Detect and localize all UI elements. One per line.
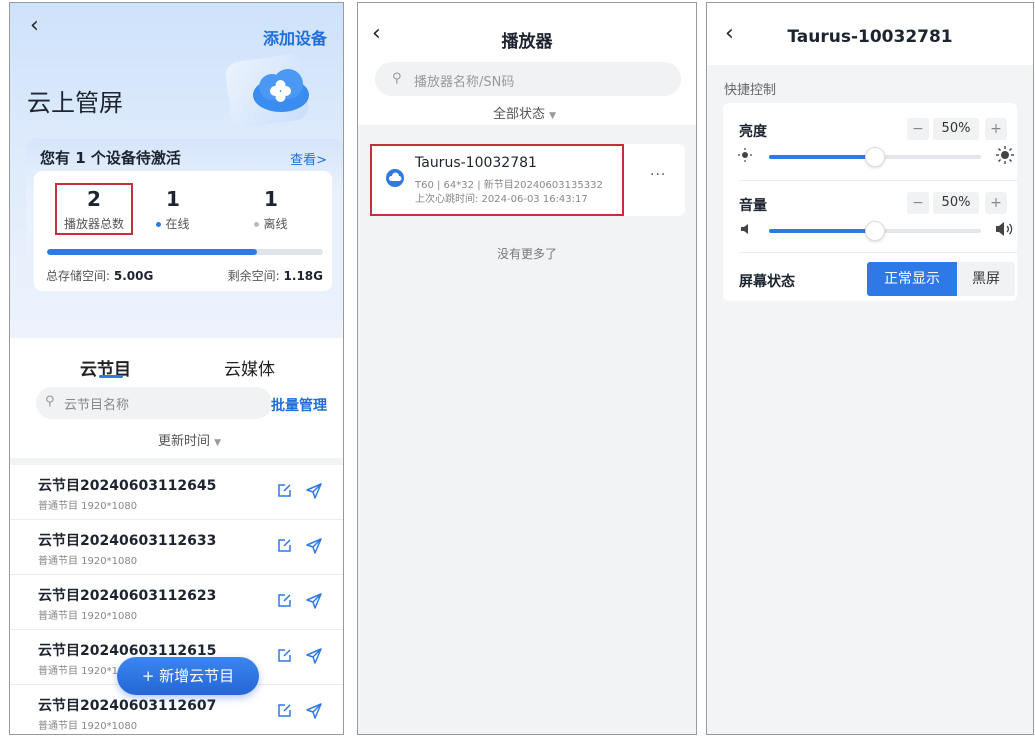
program-name: 云节目20240603112633 [38,533,217,549]
program-search-placeholder: 云节目名称 [64,398,130,413]
screen-status-label: 屏幕状态 [739,274,795,290]
send-icon[interactable] [306,593,322,609]
online-value: 1 [166,187,180,211]
edit-icon[interactable] [276,483,292,499]
send-icon[interactable] [306,483,322,499]
brightness-value[interactable]: 50% [933,118,979,140]
device-meta: T60 | 64*32 | 新节目20240603135332 [415,180,603,191]
program-name: 云节目20240603112607 [38,698,217,714]
brightness-slider-handle[interactable] [865,147,885,167]
search-icon: ⚲ [392,71,402,86]
page-title: 云上管屏 [27,89,123,117]
offline-label: 离线 [231,215,311,232]
program-meta: 普通节目 1920*1080 [38,721,138,732]
divider [739,252,1017,253]
volume-high-icon [996,222,1013,236]
sort-dropdown[interactable]: 更新时间 ▼ [158,430,221,449]
normal-display-option[interactable]: 正常显示 [867,262,957,296]
cloud-logo-icon [253,69,309,112]
send-icon[interactable] [306,703,322,719]
page-title: 播放器 [501,32,553,52]
add-device-button[interactable]: 添加设备 [263,25,327,49]
screenshot-composite: ‹ 添加设备 云上管屏 您有 1 个设备待激活 查看> 2 播放器总数 1 在线… [0,0,1035,737]
program-meta: 普通节目 1920*1080 [38,611,138,622]
online-dot-icon [156,222,162,227]
program-meta: 普通节目 1920*1080 [38,501,138,512]
storage-free-label: 剩余空间: [227,269,284,283]
brightness-low-icon [738,148,752,162]
program-meta: 普通节目 1920*1080 [38,556,138,567]
volume-label: 音量 [739,198,767,214]
storage-progress-bar [47,249,323,255]
activation-notice: 您有 1 个设备待激活 [40,149,181,167]
volume-slider-handle[interactable] [865,221,885,241]
caret-down-icon: ▼ [549,111,557,121]
volume-slider-fill [769,229,875,233]
black-screen-option[interactable]: 黑屏 [957,262,1015,296]
storage-free: 剩余空间: 1.18G [228,267,323,284]
more-options-icon[interactable]: ··· [650,167,666,183]
device-control-panel: ‹ Taurus-10032781 快捷控制 亮度 − 50% + 音量 − 5… [706,2,1034,735]
offline-label-text: 离线 [263,217,288,231]
program-name: 云节目20240603112623 [38,588,217,604]
add-cloud-program-button[interactable]: + 新增云节目 [117,657,259,695]
online-label-text: 在线 [165,217,190,231]
volume-decrease-button[interactable]: − [907,192,929,214]
brightness-high-icon [996,146,1014,164]
page-title: Taurus-10032781 [787,27,953,47]
quick-control-label: 快捷控制 [724,83,777,98]
send-icon[interactable] [306,538,322,554]
storage-free-value: 1.18G [283,269,323,283]
tab-underline [99,375,123,378]
cloud-device-icon [386,169,404,187]
edit-icon[interactable] [276,648,292,664]
offline-dot-icon [254,222,260,227]
cloud-icon-glyph [388,172,402,181]
edit-icon[interactable] [276,538,292,554]
brightness-slider-fill [769,155,875,159]
player-search-placeholder: 播放器名称/SN码 [414,75,515,90]
storage-progress-fill [47,249,257,255]
batch-manage-button[interactable]: 批量管理 [271,395,327,415]
send-icon[interactable] [306,648,322,664]
player-list-panel: ‹ 播放器 ⚲ 播放器名称/SN码 全部状态 ▼ Taurus-10032781… [357,2,697,735]
volume-increase-button[interactable]: + [985,192,1007,214]
offline-value: 1 [264,187,278,211]
volume-low-icon [741,224,748,234]
storage-total-value: 5.00G [113,269,154,283]
volume-value[interactable]: 50% [933,192,979,214]
status-filter-dropdown[interactable]: 全部状态 ▼ [493,103,556,122]
storage-total: 总存储空间: 5.00G [46,267,153,284]
volume-slider[interactable] [769,221,981,241]
status-filter-label: 全部状态 [493,107,546,122]
edit-icon[interactable] [276,593,292,609]
list-item[interactable]: 云节目20240603112645 普通节目 1920*1080 [10,465,343,520]
divider [739,180,1017,181]
search-icon: ⚲ [45,394,55,409]
cloud-screen-panel: ‹ 添加设备 云上管屏 您有 1 个设备待激活 查看> 2 播放器总数 1 在线… [9,2,344,735]
list-item[interactable]: 云节目20240603112623 普通节目 1920*1080 [10,575,343,630]
list-item[interactable]: 云节目20240603112633 普通节目 1920*1080 [10,520,343,575]
highlight-box [55,183,133,235]
brightness-increase-button[interactable]: + [985,118,1007,140]
online-label: 在线 [133,215,213,232]
brightness-decrease-button[interactable]: − [907,118,929,140]
program-name: 云节目20240603112645 [38,478,217,494]
device-name: Taurus-10032781 [415,155,537,171]
edit-icon[interactable] [276,703,292,719]
caret-down-icon: ▼ [214,438,222,448]
brightness-label: 亮度 [739,124,767,140]
tab-cloud-media[interactable]: 云媒体 [224,355,275,380]
storage-total-label: 总存储空间: [46,269,114,283]
chevron-left-icon[interactable]: ‹ [30,15,39,37]
brightness-slider[interactable] [769,147,981,167]
no-more-text: 没有更多了 [496,247,557,261]
sort-label: 更新时间 [158,434,211,449]
device-heartbeat: 上次心跳时间: 2024-06-03 16:43:17 [415,194,588,205]
view-link[interactable]: 查看> [290,149,327,168]
